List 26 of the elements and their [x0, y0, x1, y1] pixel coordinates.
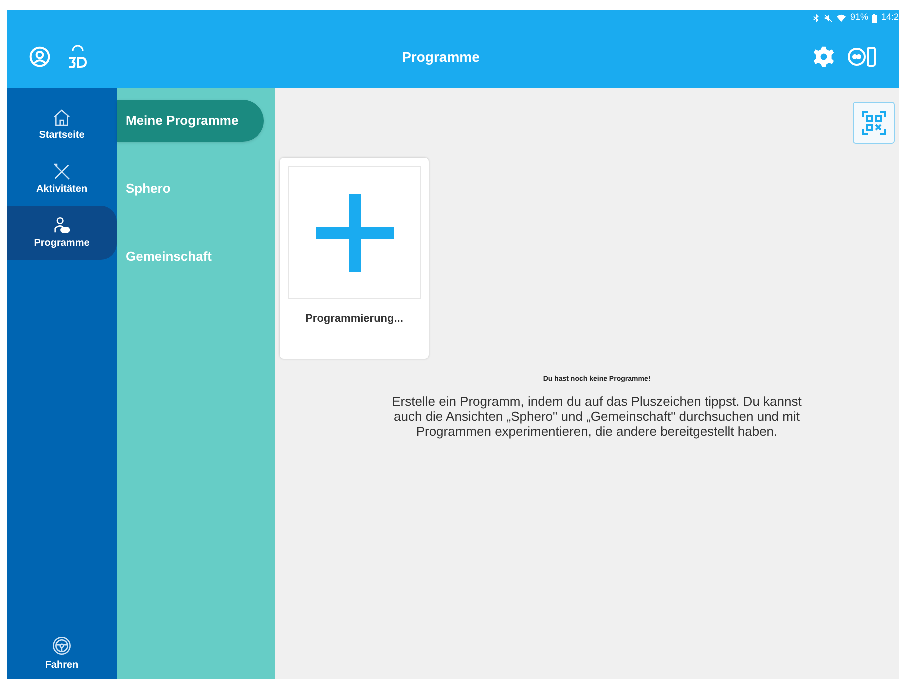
nav-item[interactable]: Startseite — [7, 98, 117, 152]
steering-wheel-icon — [52, 636, 72, 656]
battery-icon — [872, 14, 878, 22]
nav-item[interactable]: Fahren — [7, 636, 117, 673]
muted-speaker-icon — [824, 14, 834, 22]
house-icon — [52, 108, 72, 128]
profile-icon[interactable] — [29, 46, 51, 68]
settings-icon[interactable] — [813, 46, 835, 68]
nav-item[interactable]: Programme — [7, 206, 117, 260]
page-title: Programme — [401, 48, 481, 67]
qr-code-icon — [862, 111, 886, 135]
plus-icon — [316, 194, 394, 272]
subnav-item[interactable]: Meine Programme — [117, 100, 264, 142]
bluetooth-icon — [813, 14, 820, 22]
empty-state-text: Erstelle ein Programm, indem du auf das Pluszeichen tippst. Du kannst auch die Ansichten „Sphero" und „Gemeinschaft" durchsuchen und mit Programmen experimentieren, die andere bereitgestellt haben. — [391, 394, 803, 438]
person-robot-icon — [52, 216, 72, 236]
new-program-card[interactable]: Programmierung... — [280, 158, 429, 359]
qr-code-button[interactable] — [853, 102, 895, 144]
nav-item[interactable]: Aktivitäten — [7, 152, 117, 206]
robot-connect-icon[interactable] — [847, 46, 877, 68]
crossed-tools-icon — [52, 162, 72, 182]
battery-percent: 91% — [850, 11, 868, 24]
clock: 14:2 — [881, 11, 899, 24]
wifi-icon — [837, 14, 846, 22]
3d-view-icon[interactable] — [67, 45, 89, 69]
card-title: Programmierung... — [304, 312, 404, 327]
